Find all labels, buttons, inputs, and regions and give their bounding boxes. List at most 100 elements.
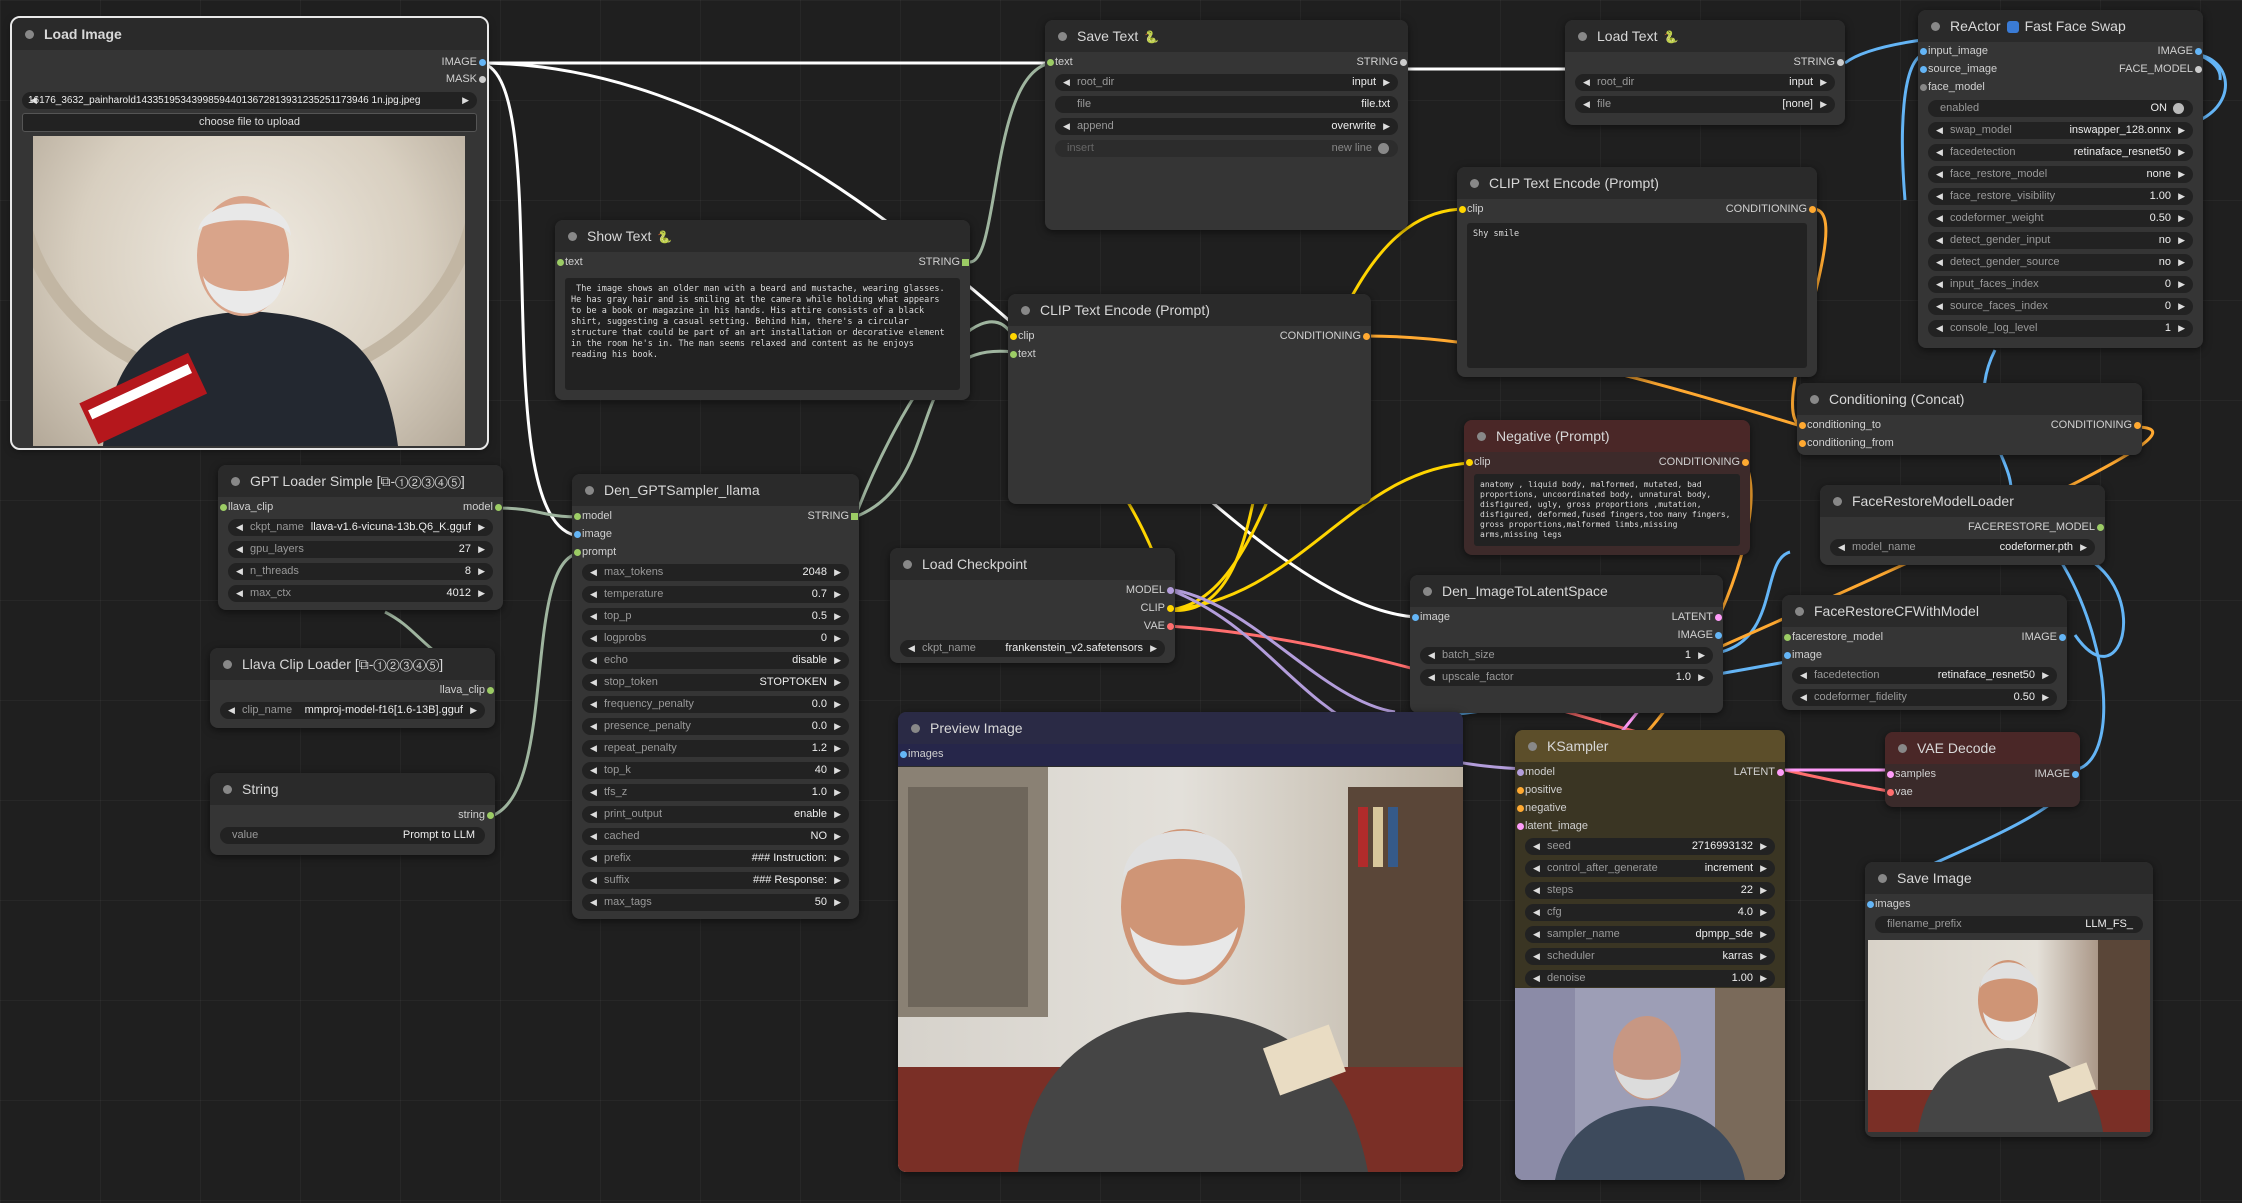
input-samples[interactable]: samples <box>1887 768 1936 780</box>
slot-dot[interactable] <box>851 513 858 520</box>
widget-frequency-penalty[interactable]: ◀ frequency_penalty 0.0 ▶ <box>582 696 849 713</box>
output-model[interactable]: model <box>463 501 502 513</box>
widget-source-faces-index[interactable]: ◀ source_faces_index 0 ▶ <box>1928 298 2193 315</box>
output-string[interactable]: STRING <box>1356 56 1407 68</box>
collapse-dot[interactable] <box>231 477 240 486</box>
slot-dot[interactable] <box>1809 206 1816 213</box>
node-title[interactable]: Load Image <box>12 18 487 50</box>
widget-suffix[interactable]: ◀ suffix ### Response: ▶ <box>582 872 849 889</box>
widget-ckpt-name[interactable]: ◀ ckpt_name llava-v1.6-vicuna-13b.Q6_K.ggu… <box>228 519 493 536</box>
slot-dot[interactable] <box>1517 787 1524 794</box>
widget-root-dir[interactable]: ◀ root_dir input ▶ <box>1575 74 1835 91</box>
node-title[interactable]: Llava Clip Loader [⧉-➀➁➂➃➄] <box>210 648 495 680</box>
increment-arrow-icon[interactable]: ▶ <box>834 696 841 713</box>
decrement-arrow-icon[interactable]: ◀ <box>590 630 597 647</box>
increment-arrow-icon[interactable]: ▶ <box>834 740 841 757</box>
widget-model-name[interactable]: ◀ model_name codeformer.pth ▶ <box>1830 539 2095 556</box>
increment-arrow-icon[interactable]: ▶ <box>1760 926 1767 943</box>
input-conditioning-to[interactable]: conditioning_to <box>1799 419 1881 431</box>
node-title[interactable]: Den_ImageToLatentSpace <box>1410 575 1723 607</box>
slot-dot[interactable] <box>1167 587 1174 594</box>
node-string[interactable]: String string value Prompt to LLM <box>210 773 495 855</box>
collapse-dot[interactable] <box>1878 874 1887 883</box>
node-title[interactable]: CLIP Text Encode (Prompt) <box>1457 167 1817 199</box>
decrement-arrow-icon[interactable]: ◀ <box>1533 904 1540 921</box>
widget-codeformer-weight[interactable]: ◀ codeformer_weight 0.50 ▶ <box>1928 210 2193 227</box>
decrement-arrow-icon[interactable]: ◀ <box>590 762 597 779</box>
slot-dot[interactable] <box>1010 351 1017 358</box>
prompt-textarea[interactable]: Shy smile <box>1467 223 1807 368</box>
decrement-arrow-icon[interactable]: ◀ <box>1533 948 1540 965</box>
slot-dot[interactable] <box>2195 66 2202 73</box>
node-title[interactable]: Den_GPTSampler_llama <box>572 474 859 506</box>
input-vae[interactable]: vae <box>1887 786 1913 798</box>
output-image[interactable]: IMAGE <box>1678 629 1722 641</box>
decrement-arrow-icon[interactable]: ◀ <box>590 608 597 625</box>
slot-dot[interactable] <box>479 59 486 66</box>
node-facerestore-cf[interactable]: FaceRestoreCFWithModel facerestore_model… <box>1782 595 2067 710</box>
slot-dot[interactable] <box>479 76 486 83</box>
decrement-arrow-icon[interactable]: ◀ <box>236 541 243 558</box>
widget-file[interactable]: file file.txt <box>1055 96 1398 113</box>
widget-top-p[interactable]: ◀ top_p 0.5 ▶ <box>582 608 849 625</box>
slot-dot[interactable] <box>1412 614 1419 621</box>
slot-dot[interactable] <box>1363 333 1370 340</box>
increment-arrow-icon[interactable]: ▶ <box>834 894 841 911</box>
slot-dot[interactable] <box>2097 524 2104 531</box>
decrement-arrow-icon[interactable]: ◀ <box>590 652 597 669</box>
widget-swap-model[interactable]: ◀ swap_model inswapper_128.onnx ▶ <box>1928 122 2193 139</box>
image-file-combo[interactable]: ◀ 16176_3632_painharold143351953439985944… <box>22 92 477 109</box>
increment-arrow-icon[interactable]: ▶ <box>478 585 485 602</box>
node-load-checkpoint[interactable]: Load Checkpoint MODEL CLIP VAE ◀ ckpt_nam… <box>890 548 1175 663</box>
slot-dot[interactable] <box>1715 632 1722 639</box>
slot-dot[interactable] <box>220 504 227 511</box>
slot-dot[interactable] <box>1010 333 1017 340</box>
widget-prefix[interactable]: ◀ prefix ### Instruction: ▶ <box>582 850 849 867</box>
increment-arrow-icon[interactable]: ▶ <box>2178 298 2185 315</box>
collapse-dot[interactable] <box>223 785 232 794</box>
widget-temperature[interactable]: ◀ temperature 0.7 ▶ <box>582 586 849 603</box>
widget-max-ctx[interactable]: ◀ max_ctx 4012 ▶ <box>228 585 493 602</box>
input-clip[interactable]: clip <box>1466 456 1491 468</box>
output-facerestore-model[interactable]: FACERESTORE_MODEL <box>1968 521 2104 533</box>
slot-dot[interactable] <box>2059 634 2066 641</box>
decrement-arrow-icon[interactable]: ◀ <box>1936 320 1943 337</box>
node-title[interactable]: Conditioning (Concat) <box>1797 383 2142 415</box>
increment-arrow-icon[interactable]: ▶ <box>1760 948 1767 965</box>
node-title[interactable]: Show Text 🐍 <box>555 220 970 252</box>
widget-root-dir[interactable]: ◀ root_dir input ▶ <box>1055 74 1398 91</box>
node-title[interactable]: CLIP Text Encode (Prompt) <box>1008 294 1371 326</box>
slot-dot[interactable] <box>1167 623 1174 630</box>
slot-dot[interactable] <box>2072 771 2079 778</box>
input-facerestore-model[interactable]: facerestore_model <box>1784 631 1883 643</box>
toggle-knob[interactable] <box>1378 143 1389 154</box>
input-clip[interactable]: clip <box>1010 330 1035 342</box>
collapse-dot[interactable] <box>585 486 594 495</box>
slot-dot[interactable] <box>1400 59 1407 66</box>
output-image[interactable]: IMAGE <box>2158 45 2202 57</box>
input-llava-clip[interactable]: llava_clip <box>220 501 273 513</box>
upload-button[interactable]: choose file to upload <box>22 113 477 132</box>
output-string[interactable]: STRING <box>1793 56 1844 68</box>
collapse-dot[interactable] <box>911 724 920 733</box>
slot-dot[interactable] <box>900 751 907 758</box>
widget-tfs-z[interactable]: ◀ tfs_z 1.0 ▶ <box>582 784 849 801</box>
collapse-dot[interactable] <box>1021 306 1030 315</box>
increment-arrow-icon[interactable]: ▶ <box>2178 188 2185 205</box>
widget-value[interactable]: value Prompt to LLM <box>220 827 485 844</box>
collapse-dot[interactable] <box>1470 179 1479 188</box>
increment-arrow-icon[interactable]: ▶ <box>1760 838 1767 855</box>
increment-arrow-icon[interactable]: ▶ <box>1760 860 1767 877</box>
widget-insert-toggle[interactable]: insert new line <box>1055 140 1398 157</box>
input-input-image[interactable]: input_image <box>1920 45 1988 57</box>
slot-dot[interactable] <box>574 549 581 556</box>
decrement-arrow-icon[interactable]: ◀ <box>1936 122 1943 139</box>
widget-denoise[interactable]: ◀ denoise 1.00 ▶ <box>1525 970 1775 987</box>
node-negative-prompt[interactable]: Negative (Prompt) clip CONDITIONING anat… <box>1464 420 1750 555</box>
increment-arrow-icon[interactable]: ▶ <box>834 608 841 625</box>
node-save-image[interactable]: Save Image images filename_prefix LLM_FS_ <box>1865 862 2153 1137</box>
output-string[interactable]: STRING <box>918 256 969 268</box>
toggle-knob[interactable] <box>2173 103 2184 114</box>
input-images[interactable]: images <box>900 748 943 760</box>
input-model[interactable]: model <box>1517 766 1555 778</box>
